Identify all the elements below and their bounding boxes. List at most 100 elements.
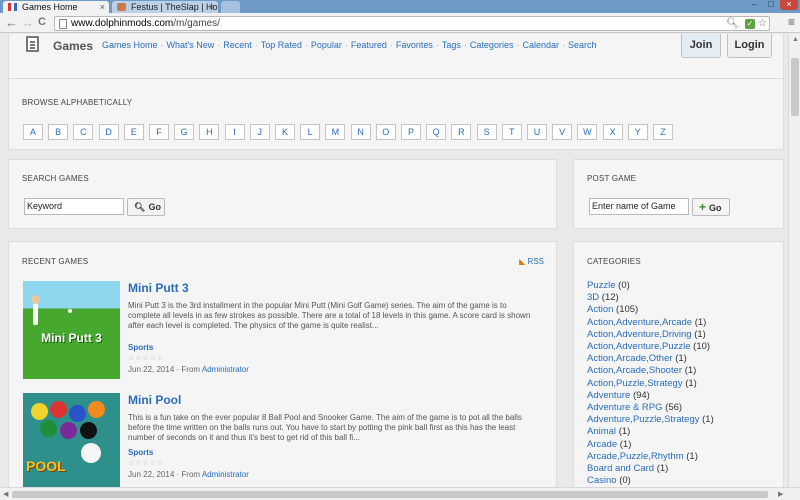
- letter-button-q[interactable]: Q: [426, 124, 447, 140]
- game-category-link[interactable]: Sports: [128, 448, 153, 457]
- new-tab-button[interactable]: [221, 1, 240, 13]
- category-link[interactable]: Adventure,Puzzle,Strategy: [587, 414, 699, 425]
- letter-button-b[interactable]: B: [48, 124, 69, 140]
- game-title-link[interactable]: Mini Pool: [128, 393, 181, 407]
- game-category-link[interactable]: Sports: [128, 343, 153, 352]
- letter-button-s[interactable]: S: [476, 124, 497, 140]
- address-bar[interactable]: www.dolphinmods.com/m/games/ 🔍︎ ✓ ☆: [54, 16, 770, 31]
- letter-button-o[interactable]: O: [375, 124, 396, 140]
- nav-link-recent[interactable]: Recent: [223, 40, 252, 50]
- letter-button-x[interactable]: X: [602, 124, 623, 140]
- close-window-icon[interactable]: ×: [780, 0, 798, 10]
- letter-button-n[interactable]: N: [350, 124, 371, 140]
- close-tab-icon[interactable]: ×: [209, 1, 214, 13]
- person-favicon-icon: [117, 3, 126, 11]
- letter-button-e[interactable]: E: [123, 124, 144, 140]
- nav-link-what-s-new[interactable]: What's New: [167, 40, 215, 50]
- nav-link-calendar[interactable]: Calendar: [522, 40, 559, 50]
- back-icon[interactable]: ←: [5, 16, 18, 29]
- game-name-input[interactable]: Enter name of Game: [589, 198, 689, 215]
- extension-icon[interactable]: ✓: [745, 19, 755, 29]
- join-button[interactable]: Join: [681, 34, 721, 58]
- search-go-button[interactable]: 🔍︎ Go: [127, 198, 165, 216]
- category-link[interactable]: Adventure & RPG: [587, 402, 663, 413]
- star-icon[interactable]: ☆: [758, 18, 767, 30]
- category-link[interactable]: Action,Adventure,Puzzle: [587, 341, 691, 352]
- category-link[interactable]: Puzzle: [587, 280, 616, 291]
- letter-button-v[interactable]: V: [552, 124, 573, 140]
- category-link[interactable]: Arcade: [587, 439, 617, 450]
- search-input[interactable]: Keyword: [24, 198, 124, 215]
- category-count: (1): [694, 328, 706, 340]
- reload-icon[interactable]: C: [38, 16, 46, 29]
- category-link[interactable]: Action,Arcade,Shooter: [587, 365, 682, 376]
- post-go-button[interactable]: + Go: [692, 198, 730, 216]
- tab-games-home[interactable]: Games Home ×: [3, 1, 109, 13]
- minimize-icon[interactable]: –: [746, 0, 762, 10]
- letter-button-y[interactable]: Y: [627, 124, 648, 140]
- login-button[interactable]: Login: [727, 34, 772, 58]
- tab-festus[interactable]: Festus | TheSlap | Ho ×: [112, 1, 218, 13]
- nav-link-popular[interactable]: Popular: [311, 40, 342, 50]
- rating-stars[interactable]: ☆☆☆☆☆: [128, 354, 164, 362]
- category-link[interactable]: Action,Adventure,Driving: [587, 329, 692, 340]
- category-link[interactable]: Action,Adventure,Arcade: [587, 317, 692, 328]
- author-link[interactable]: Administrator: [202, 470, 249, 479]
- nav-link-categories[interactable]: Categories: [470, 40, 514, 50]
- horizontal-scrollbar[interactable]: ◀ ▶: [0, 487, 800, 500]
- game-meta: Jun 22, 2014 · From Administrator: [128, 470, 249, 479]
- category-link[interactable]: Casino: [587, 475, 617, 486]
- menu-icon[interactable]: ≡: [788, 16, 795, 28]
- close-tab-icon[interactable]: ×: [100, 1, 105, 13]
- letter-button-p[interactable]: P: [401, 124, 421, 140]
- forward-icon[interactable]: →: [21, 16, 34, 29]
- category-link[interactable]: Board and Card: [587, 463, 654, 474]
- letter-button-j[interactable]: J: [249, 124, 270, 140]
- scroll-right-icon[interactable]: ▶: [778, 490, 783, 498]
- rating-stars[interactable]: ☆☆☆☆☆: [128, 459, 164, 467]
- nav-link-favorites[interactable]: Favorites: [396, 40, 433, 50]
- letter-button-g[interactable]: G: [174, 124, 195, 140]
- letter-button-f[interactable]: F: [149, 124, 169, 140]
- nav-link-tags[interactable]: Tags: [442, 40, 461, 50]
- category-link[interactable]: Action: [587, 304, 613, 315]
- game-title-link[interactable]: Mini Putt 3: [128, 281, 189, 295]
- vertical-scrollbar[interactable]: ▲: [788, 34, 800, 487]
- game-thumbnail[interactable]: Mini Putt 3: [23, 281, 120, 379]
- letter-button-t[interactable]: T: [501, 124, 522, 140]
- author-link[interactable]: Administrator: [202, 365, 249, 374]
- maximize-icon[interactable]: □: [763, 0, 779, 10]
- category-link[interactable]: 3D: [587, 292, 599, 303]
- letter-button-u[interactable]: U: [527, 124, 547, 140]
- scroll-left-icon[interactable]: ◀: [3, 490, 8, 498]
- nav-link-top-rated[interactable]: Top Rated: [261, 40, 302, 50]
- letter-button-m[interactable]: M: [325, 124, 346, 140]
- scroll-thumb[interactable]: [791, 58, 799, 116]
- letter-button-a[interactable]: A: [23, 124, 43, 140]
- letter-button-d[interactable]: D: [98, 124, 119, 140]
- tab-title: Festus | TheSlap | Ho: [131, 2, 218, 12]
- letter-button-c[interactable]: C: [73, 124, 94, 140]
- nav-link-search[interactable]: Search: [568, 40, 597, 50]
- category-link[interactable]: Action,Puzzle,Strategy: [587, 378, 683, 389]
- category-link[interactable]: Animal: [587, 426, 616, 437]
- category-link[interactable]: Action,Arcade,Other: [587, 353, 673, 364]
- letter-button-r[interactable]: R: [451, 124, 472, 140]
- category-count: (1): [619, 438, 632, 450]
- letter-button-h[interactable]: H: [199, 124, 220, 140]
- rss-link[interactable]: ◣ RSS: [519, 257, 544, 266]
- letter-button-i[interactable]: I: [224, 124, 245, 140]
- page-icon: [59, 19, 67, 29]
- letter-button-z[interactable]: Z: [653, 124, 673, 140]
- category-link[interactable]: Adventure: [587, 390, 630, 401]
- category-link[interactable]: Arcade,Puzzle,Rhythm: [587, 451, 684, 462]
- site-brand[interactable]: Games: [53, 39, 93, 53]
- letter-button-l[interactable]: L: [300, 124, 321, 140]
- scroll-up-icon[interactable]: ▲: [792, 36, 799, 43]
- nav-link-featured[interactable]: Featured: [351, 40, 387, 50]
- nav-link-games-home[interactable]: Games Home: [102, 40, 158, 50]
- letter-button-w[interactable]: W: [577, 124, 598, 140]
- game-thumbnail[interactable]: POOL: [23, 393, 120, 487]
- scroll-thumb[interactable]: [12, 491, 768, 498]
- letter-button-k[interactable]: K: [275, 124, 295, 140]
